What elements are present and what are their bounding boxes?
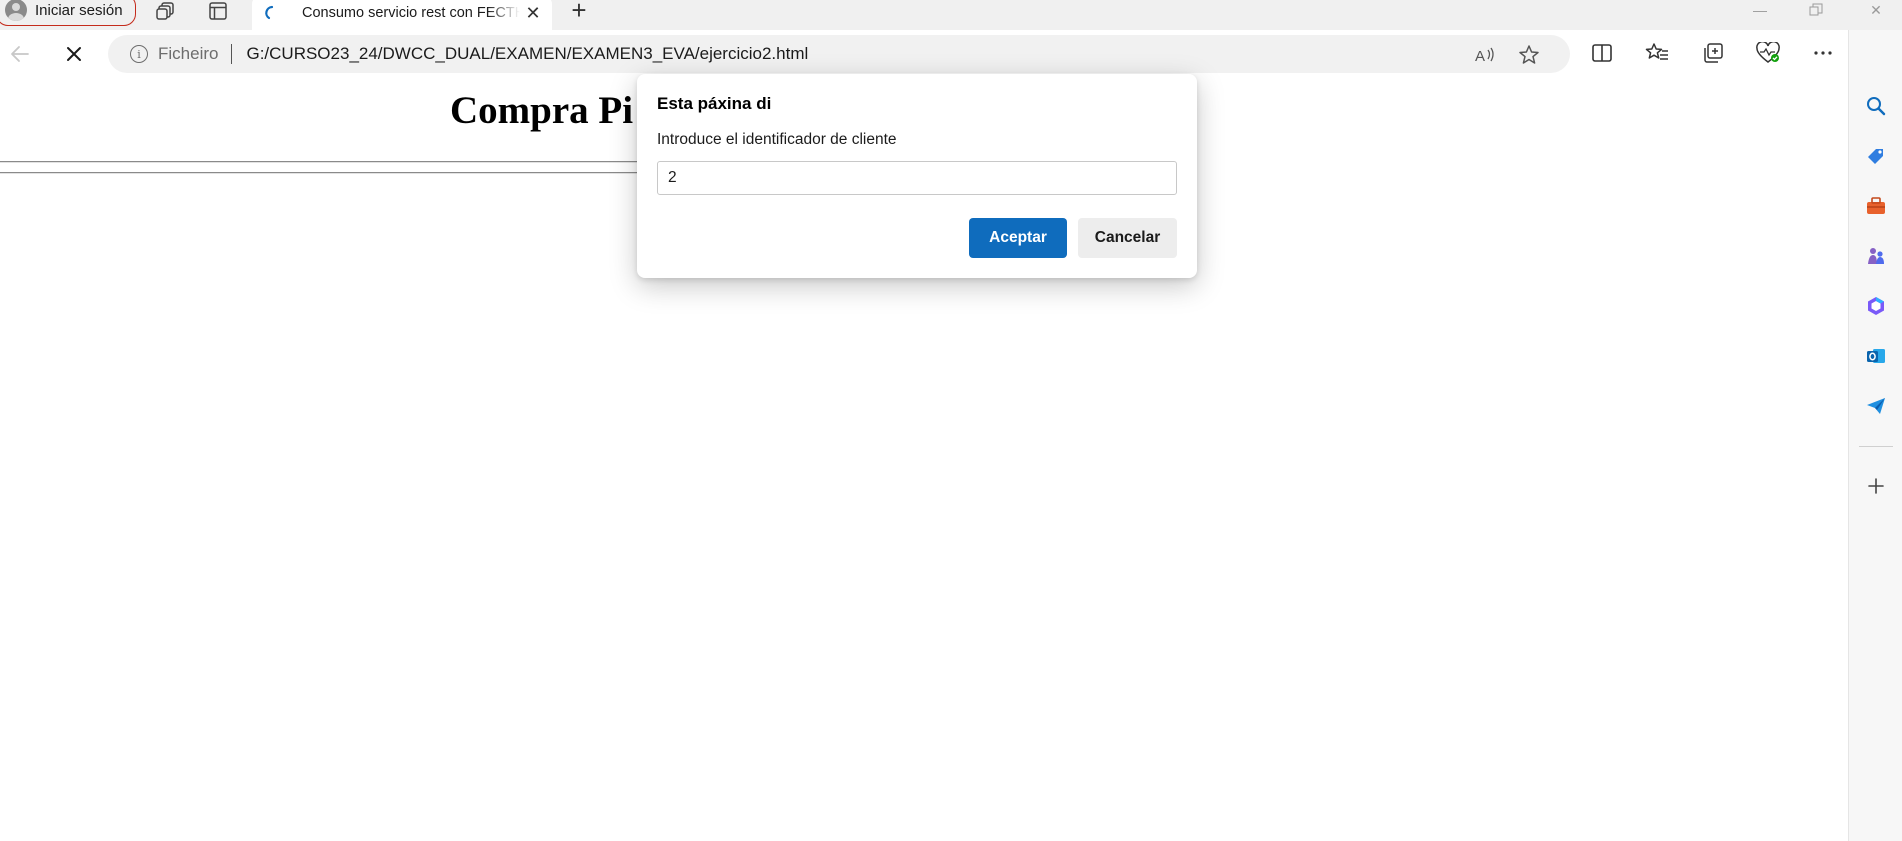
prompt-dialog: Esta páxina di Introduce el identificado… (637, 74, 1197, 278)
address-separator (231, 44, 233, 64)
favorites-icon[interactable] (1643, 39, 1671, 67)
tab-title: Consumo servicio rest con FECTH (302, 5, 520, 21)
customer-id-input[interactable] (657, 161, 1177, 195)
read-aloud-icon[interactable]: A (1474, 44, 1496, 66)
send-icon[interactable] (1862, 392, 1890, 420)
dialog-message: Introduce el identificador de cliente (657, 131, 897, 148)
address-bar[interactable]: i Ficheiro G:/CURSO23_24/DWCC_DUAL/EXAME… (108, 35, 1570, 73)
new-tab-icon[interactable]: + (564, 0, 594, 25)
loading-spinner-icon (264, 5, 280, 21)
collections-icon[interactable] (1699, 39, 1727, 67)
minimize-icon[interactable]: — (1736, 0, 1784, 20)
add-icon[interactable] (1862, 472, 1890, 500)
more-options-icon[interactable] (1809, 39, 1837, 67)
dialog-heading: Esta páxina di (657, 94, 772, 113)
close-window-icon[interactable]: ✕ (1852, 0, 1900, 20)
edge-sidebar (1848, 30, 1902, 841)
tag-icon[interactable] (1862, 142, 1890, 170)
outlook-icon[interactable] (1862, 342, 1890, 370)
tab-strip: Iniciar sesión Consumo servicio rest con… (0, 0, 1902, 30)
cancel-button[interactable]: Cancelar (1078, 218, 1177, 258)
favorite-star-icon[interactable] (1518, 44, 1540, 66)
sidebar-divider (1859, 446, 1893, 447)
tab-active[interactable]: Consumo servicio rest con FECTH ✕ (252, 0, 552, 30)
page-title: Compra Pi (450, 89, 634, 132)
back-icon[interactable] (2, 36, 38, 72)
tab-actions-icon[interactable] (200, 0, 236, 22)
games-icon[interactable] (1862, 242, 1890, 270)
profile-button[interactable]: Iniciar sesión (0, 0, 136, 26)
toolbar: i Ficheiro G:/CURSO23_24/DWCC_DUAL/EXAME… (0, 30, 1902, 78)
svg-text:A: A (1475, 48, 1485, 65)
search-icon[interactable] (1862, 92, 1890, 120)
url-text[interactable]: G:/CURSO23_24/DWCC_DUAL/EXAMEN/EXAMEN3_E… (246, 44, 808, 64)
restore-icon[interactable] (1792, 0, 1840, 20)
toolbox-icon[interactable] (1862, 192, 1890, 220)
avatar (5, 0, 27, 21)
office-icon[interactable] (1862, 292, 1890, 320)
info-icon[interactable]: i (130, 45, 148, 63)
scheme-label: Ficheiro (158, 44, 219, 63)
close-tab-icon[interactable]: ✕ (524, 3, 542, 23)
accept-button[interactable]: Aceptar (969, 218, 1067, 258)
stop-loading-icon[interactable] (56, 36, 92, 72)
workspaces-icon[interactable] (148, 0, 184, 22)
split-screen-icon[interactable] (1588, 39, 1616, 67)
profile-label: Iniciar sesión (35, 1, 123, 19)
browser-essentials-icon[interactable] (1754, 39, 1782, 67)
